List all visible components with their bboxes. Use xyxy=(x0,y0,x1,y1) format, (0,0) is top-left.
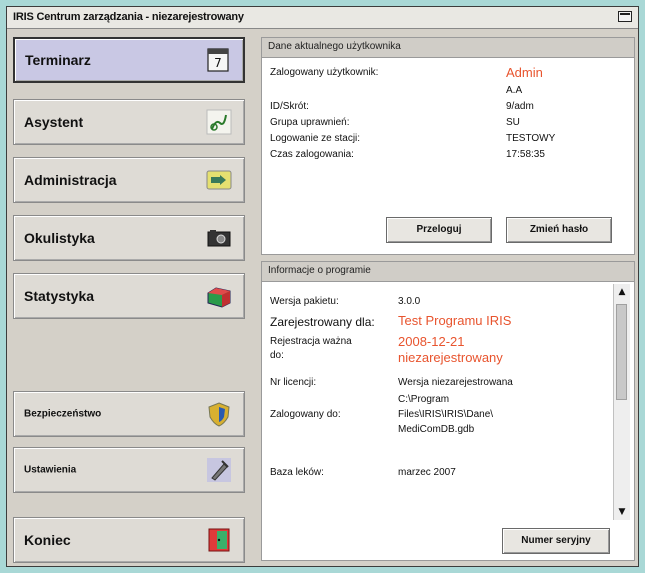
administration-icon xyxy=(206,170,232,190)
panel-header: Dane aktualnego użytkownika xyxy=(262,38,634,58)
program-info-panel: Informacje o programie Wersja pakietu: 3… xyxy=(261,261,635,561)
logged-to-path-2: Files\IRIS\IRIS\Dane\ xyxy=(398,409,494,420)
valid-until-label: Rejestracja ważna xyxy=(270,336,352,347)
program-info-scrollbar[interactable]: ▲ ▼ xyxy=(613,284,630,520)
user-initials-value: A.A xyxy=(506,85,523,96)
relogin-button[interactable]: Przeloguj xyxy=(386,217,492,243)
nav-label: Statystyka xyxy=(24,288,95,304)
minimize-button[interactable] xyxy=(618,11,632,22)
nav-label: Administracja xyxy=(24,172,117,188)
logged-to-path-3: MediComDB.gdb xyxy=(398,424,475,435)
license-value: Wersja niezarejestrowana xyxy=(398,377,513,388)
version-value: 3.0.0 xyxy=(398,296,421,307)
nav-label: Terminarz xyxy=(25,52,91,68)
change-password-button[interactable]: Zmień hasło xyxy=(506,217,612,243)
nav-button-terminarz[interactable]: Terminarz 7 xyxy=(13,37,245,83)
registered-value: Test Programu IRIS xyxy=(398,313,512,328)
logged-user-value: Admin xyxy=(506,65,543,80)
scroll-down-icon[interactable]: ▼ xyxy=(614,504,630,520)
svg-text:7: 7 xyxy=(214,56,222,70)
nav-button-ustawienia[interactable]: Ustawienia xyxy=(13,447,245,493)
login-time-value: 17:58:35 xyxy=(506,149,545,160)
version-label: Wersja pakietu: xyxy=(270,296,339,307)
user-info-panel: Dane aktualnego użytkownika Zalogowany u… xyxy=(261,37,635,255)
nav-button-asystent[interactable]: Asystent xyxy=(13,99,245,145)
nav-label: Asystent xyxy=(24,114,84,130)
chart-icon xyxy=(207,287,231,308)
exit-door-icon xyxy=(208,528,230,552)
nav-label: Okulistyka xyxy=(24,230,95,246)
registration-status: niezarejestrowany xyxy=(398,350,503,365)
logged-to-label: Zalogowany do: xyxy=(270,409,341,420)
panel-header-title: Informacje o programie xyxy=(268,265,371,276)
drug-db-label: Baza leków: xyxy=(270,467,324,478)
nav-label: Ustawienia xyxy=(24,464,77,476)
login-station-value: TESTOWY xyxy=(506,133,556,144)
user-id-label: ID/Skrót: xyxy=(270,101,309,112)
main-window: IRIS Centrum zarządzania - niezarejestro… xyxy=(6,6,639,567)
scroll-up-icon[interactable]: ▲ xyxy=(614,284,630,300)
nav-label: Koniec xyxy=(24,532,71,548)
nav-label: Bezpieczeństwo xyxy=(24,408,102,420)
logged-user-label: Zalogowany użytkownik: xyxy=(270,67,379,78)
permission-group-value: SU xyxy=(506,117,520,128)
shield-icon xyxy=(208,402,230,427)
drug-db-value: marzec 2007 xyxy=(398,467,456,478)
assistant-icon xyxy=(206,109,232,135)
serial-number-button[interactable]: Numer seryjny xyxy=(502,528,610,554)
camera-icon xyxy=(207,230,231,247)
window-title: IRIS Centrum zarządzania - niezarejestro… xyxy=(13,11,244,23)
user-id-value: 9/adm xyxy=(506,101,534,112)
nav-button-statystyka[interactable]: Statystyka xyxy=(13,273,245,319)
logged-to-path-1: C:\Program xyxy=(398,394,450,405)
calendar-icon: 7 xyxy=(207,48,229,72)
valid-until-label-cont: do: xyxy=(270,350,284,361)
login-time-label: Czas zalogowania: xyxy=(270,149,354,160)
license-label: Nr licencji: xyxy=(270,377,317,388)
registered-label: Zarejestrowany dla: xyxy=(270,315,375,329)
nav-button-koniec[interactable]: Koniec xyxy=(13,517,245,563)
title-bar: IRIS Centrum zarządzania - niezarejestro… xyxy=(7,7,638,29)
nav-button-administracja[interactable]: Administracja xyxy=(13,157,245,203)
tools-icon xyxy=(207,458,231,482)
panel-header: Informacje o programie xyxy=(262,262,634,282)
scroll-thumb[interactable] xyxy=(616,304,627,400)
login-station-label: Logowanie ze stacji: xyxy=(270,133,361,144)
valid-until-date: 2008-12-21 xyxy=(398,334,465,349)
nav-button-okulistyka[interactable]: Okulistyka xyxy=(13,215,245,261)
permission-group-label: Grupa uprawnień: xyxy=(270,117,350,128)
panel-header-title: Dane aktualnego użytkownika xyxy=(268,41,401,52)
nav-button-bezpieczenstwo[interactable]: Bezpieczeństwo xyxy=(13,391,245,437)
